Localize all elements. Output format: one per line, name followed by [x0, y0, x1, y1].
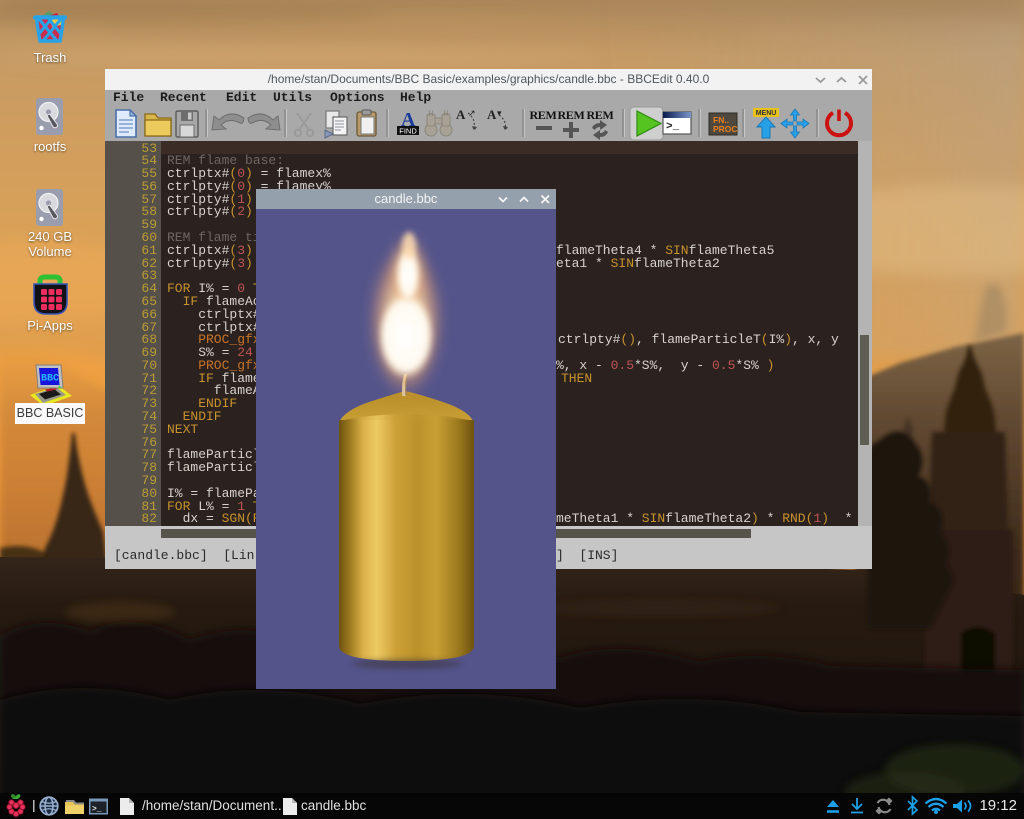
svg-text:>_: >_ — [92, 805, 102, 814]
svg-text:B: B — [472, 126, 480, 140]
svg-text:A: A — [456, 107, 466, 122]
svg-text:B: B — [503, 126, 511, 140]
svg-text:BBC: BBC — [41, 374, 59, 385]
svg-text:>_: >_ — [666, 121, 680, 133]
svg-text:REM: REM — [586, 108, 613, 122]
svg-text:FIND: FIND — [399, 127, 417, 136]
svg-text:A: A — [487, 107, 497, 122]
svg-text:PROC: PROC — [713, 124, 738, 134]
svg-text:REM: REM — [529, 108, 556, 122]
svg-text:▾: ▾ — [497, 108, 502, 118]
svg-text:MENU: MENU — [756, 110, 777, 117]
svg-text:REM: REM — [557, 108, 584, 122]
svg-text:H: H — [428, 109, 434, 118]
svg-text:H: H — [443, 109, 449, 118]
svg-text:↗: ↗ — [468, 108, 476, 118]
